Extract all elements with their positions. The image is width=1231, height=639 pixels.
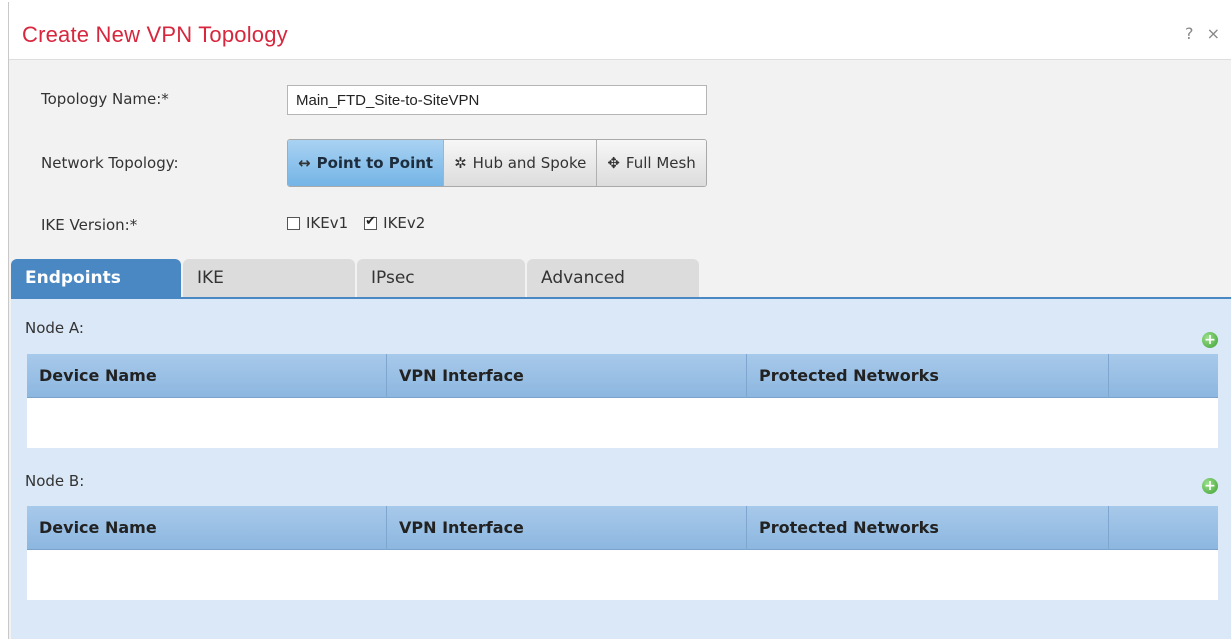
- ikev2-option[interactable]: IKEv2: [364, 214, 425, 232]
- node-b-table: Device Name VPN Interface Protected Netw…: [27, 506, 1218, 600]
- full-mesh-button[interactable]: ✥ Full Mesh: [596, 140, 706, 186]
- node-a-table-header: Device Name VPN Interface Protected Netw…: [27, 354, 1218, 398]
- title-controls: ? ×: [1177, 24, 1220, 43]
- column-device-name[interactable]: Device Name: [27, 506, 387, 550]
- close-icon[interactable]: ×: [1207, 24, 1220, 43]
- ike-version-options: IKEv1 IKEv2: [287, 214, 441, 232]
- ikev1-option[interactable]: IKEv1: [287, 214, 348, 232]
- ikev1-label: IKEv1: [306, 214, 349, 232]
- column-vpn-interface[interactable]: VPN Interface: [387, 354, 747, 398]
- point-to-point-label: Point to Point: [316, 154, 434, 172]
- topology-name-input[interactable]: [287, 85, 707, 115]
- tab-advanced[interactable]: Advanced: [527, 259, 699, 297]
- full-mesh-label: Full Mesh: [625, 154, 696, 172]
- tab-ike[interactable]: IKE: [183, 259, 355, 297]
- column-actions: [1109, 354, 1218, 398]
- vpn-topology-dialog: Create New VPN Topology ? × Topology Nam…: [8, 2, 1231, 639]
- dialog-titlebar: Create New VPN Topology ? ×: [9, 2, 1231, 60]
- network-topology-selector: ↔ Point to Point ✲ Hub and Spoke ✥ Full …: [287, 139, 707, 187]
- ikev2-label: IKEv2: [383, 214, 426, 232]
- double-arrow-icon: ↔: [298, 154, 311, 172]
- add-node-b-icon[interactable]: +: [1202, 478, 1218, 494]
- help-icon[interactable]: ?: [1185, 24, 1194, 43]
- node-a-table-body: [27, 398, 1218, 448]
- ikev1-checkbox[interactable]: [287, 216, 300, 230]
- tab-bar: Endpoints IKE IPsec Advanced: [11, 259, 701, 297]
- column-actions: [1109, 506, 1218, 550]
- column-protected-networks[interactable]: Protected Networks: [747, 506, 1109, 550]
- network-topology-label: Network Topology:: [41, 154, 179, 172]
- node-b-label: Node B:: [25, 472, 85, 490]
- column-vpn-interface[interactable]: VPN Interface: [387, 506, 747, 550]
- point-to-point-button[interactable]: ↔ Point to Point: [288, 140, 444, 186]
- node-b-table-body: [27, 550, 1218, 600]
- tab-ipsec[interactable]: IPsec: [357, 259, 525, 297]
- topology-name-label: Topology Name:*: [41, 90, 169, 108]
- ikev2-checkbox[interactable]: [364, 214, 378, 230]
- column-device-name[interactable]: Device Name: [27, 354, 387, 398]
- tab-endpoints[interactable]: Endpoints: [11, 259, 181, 297]
- add-node-a-icon[interactable]: +: [1202, 332, 1218, 348]
- dialog-title: Create New VPN Topology: [22, 22, 288, 47]
- node-b-table-header: Device Name VPN Interface Protected Netw…: [27, 506, 1218, 550]
- column-protected-networks[interactable]: Protected Networks: [747, 354, 1109, 398]
- hub-and-spoke-label: Hub and Spoke: [472, 154, 587, 172]
- full-mesh-icon: ✥: [607, 154, 620, 172]
- hub-spoke-icon: ✲: [454, 154, 467, 172]
- ike-version-label: IKE Version:*: [41, 216, 138, 234]
- node-a-label: Node A:: [25, 319, 84, 337]
- hub-and-spoke-button[interactable]: ✲ Hub and Spoke: [443, 140, 597, 186]
- endpoints-panel: Node A: + Device Name VPN Interface Prot…: [11, 297, 1231, 639]
- node-a-table: Device Name VPN Interface Protected Netw…: [27, 354, 1218, 448]
